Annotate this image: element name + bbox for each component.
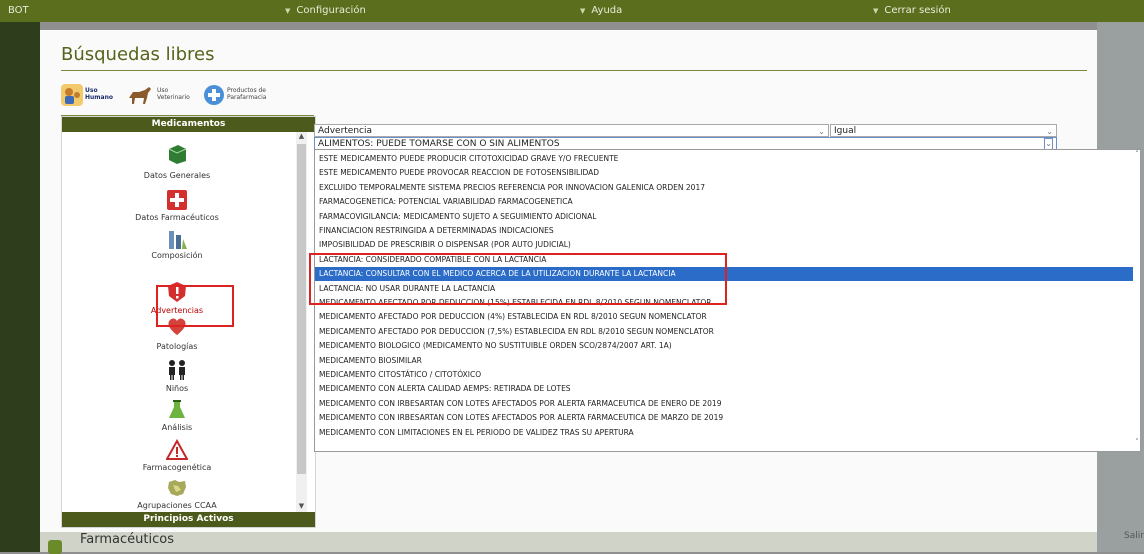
type-label-line2: Humano bbox=[85, 94, 113, 101]
operator-select-value: Igual bbox=[834, 126, 857, 136]
scroll-down-icon[interactable]: ▼ bbox=[297, 502, 306, 512]
type-label-line1: Uso bbox=[85, 87, 98, 94]
horse-icon bbox=[129, 87, 151, 104]
dropdown-option[interactable]: FINANCIACION RESTRINGIDA A DETERMINADAS … bbox=[315, 224, 1135, 238]
category-analisis[interactable]: Análisis bbox=[62, 399, 292, 437]
category-datos-farmaceuticos[interactable]: Datos Farmacéuticos bbox=[62, 185, 292, 227]
triangle-warning-icon bbox=[166, 439, 188, 460]
dropdown-option[interactable]: MEDICAMENTO CON LIMITACIONES EN EL PERIO… bbox=[315, 426, 1135, 440]
dropdown-option[interactable]: MEDICAMENTO AFECTADO POR DEDUCCION (7,5%… bbox=[315, 325, 1135, 339]
category-label: Farmacogenética bbox=[142, 463, 212, 472]
parapharmacy-icon bbox=[204, 85, 224, 105]
menu-arrow-icon: ▼ bbox=[580, 7, 586, 15]
map-icon bbox=[168, 480, 186, 496]
left-background bbox=[0, 22, 40, 552]
type-label-line2: Veterinario bbox=[157, 94, 190, 101]
bottom-strip: Farmacéuticos bbox=[40, 532, 1097, 554]
category-ninos[interactable]: Niños bbox=[62, 359, 292, 399]
category-datos-generales[interactable]: Datos Generales bbox=[62, 139, 292, 185]
scroll-up-icon[interactable]: ˄ bbox=[1133, 150, 1140, 158]
category-label: Datos Farmacéuticos bbox=[135, 213, 219, 222]
dropdown-option[interactable]: EXCLUIDO TEMPORALMENTE SISTEMA PRECIOS R… bbox=[315, 181, 1135, 195]
menu-cerrar-sesion-label: Cerrar sesión bbox=[884, 5, 951, 16]
category-label: Patologías bbox=[156, 342, 198, 351]
flask-icon bbox=[169, 231, 187, 249]
dropdown-scrollbar[interactable]: ˄ ˅ bbox=[1133, 150, 1140, 451]
dropdown-option[interactable]: MEDICAMENTO BIOLOGICO (MEDICAMENTO NO SU… bbox=[315, 339, 1135, 353]
type-label-line1: Uso bbox=[157, 87, 169, 94]
book-icon bbox=[168, 145, 187, 164]
lactancia-highlight-box bbox=[309, 253, 727, 305]
top-nav-bar: BOT ▼ Configuración ▼ Ayuda ▼ Cerrar sesión bbox=[0, 0, 1144, 22]
category-label: Composición bbox=[151, 251, 203, 260]
children-icon bbox=[169, 360, 185, 380]
page-title: Búsquedas libres bbox=[61, 44, 215, 65]
type-uso-humano-label: Uso Humano bbox=[85, 87, 113, 101]
type-parafarmacia[interactable]: Productos de Parafarmacia bbox=[203, 80, 303, 110]
product-type-selector: Uso Humano Uso Veterinario Productos de Par… bbox=[61, 76, 314, 112]
category-agrupaciones-ccaa[interactable]: Agrupaciones CCAA bbox=[62, 477, 292, 512]
categories-panel: Medicamentos Datos Generales Datos Farma… bbox=[61, 116, 316, 528]
scrollbar-thumb[interactable] bbox=[297, 144, 306, 474]
category-label: Agrupaciones CCAA bbox=[137, 501, 217, 510]
dropdown-option[interactable]: MEDICAMENTO CON IRBESARTAN CON LOTES AFE… bbox=[315, 397, 1135, 411]
categories-scrollbar[interactable]: ▲ ▼ bbox=[296, 132, 307, 512]
dropdown-option[interactable]: FARMACOGENETICA: POTENCIAL VARIABILIDAD … bbox=[315, 195, 1135, 209]
dropdown-option[interactable]: MEDICAMENTO BIOSIMILAR bbox=[315, 354, 1135, 368]
first-aid-icon bbox=[167, 190, 187, 210]
dropdown-option[interactable]: MEDICAMENTO AFECTADO POR DEDUCCION (4%) … bbox=[315, 310, 1135, 324]
operator-select[interactable]: Igual ⌄ bbox=[830, 124, 1057, 137]
field-select[interactable]: Advertencia ⌄ bbox=[314, 124, 829, 137]
menu-ayuda[interactable]: ▼ Ayuda bbox=[580, 5, 622, 16]
type-parafarmacia-label: Productos de Parafarmacia bbox=[227, 87, 266, 101]
dropdown-option[interactable]: ESTE MEDICAMENTO PUEDE PROVOCAR REACCION… bbox=[315, 166, 1135, 180]
menu-ayuda-label: Ayuda bbox=[591, 5, 623, 16]
scroll-up-icon[interactable]: ▲ bbox=[297, 132, 306, 142]
menu-cerrar-sesion[interactable]: ▼ Cerrar sesión bbox=[873, 5, 951, 16]
dropdown-option[interactable]: MEDICAMENTO CON ALERTA CALIDAD AEMPS: RE… bbox=[315, 382, 1135, 396]
category-composicion[interactable]: Composición bbox=[62, 227, 292, 269]
type-label-line2: Parafarmacia bbox=[227, 94, 267, 101]
category-label: Datos Generales bbox=[143, 171, 211, 180]
lab-icon bbox=[169, 400, 185, 418]
menu-configuracion-label: Configuración bbox=[296, 5, 366, 16]
salir-link[interactable]: Salir bbox=[1124, 531, 1144, 541]
category-label: Análisis bbox=[161, 423, 193, 432]
field-select-value: Advertencia bbox=[318, 126, 373, 136]
human-use-icon bbox=[61, 84, 83, 106]
partial-section-title: Farmacéuticos bbox=[80, 532, 174, 547]
type-uso-veterinario-label: Uso Veterinario bbox=[157, 87, 190, 101]
type-uso-humano[interactable]: Uso Humano bbox=[61, 80, 123, 110]
category-label: Niños bbox=[165, 384, 189, 393]
menu-configuracion[interactable]: ▼ Configuración bbox=[285, 5, 366, 16]
category-farmacogenetica[interactable]: Farmacogenética bbox=[62, 437, 292, 477]
dropdown-option[interactable]: IMPOSIBILIDAD DE PRESCRIBIR O DISPENSAR … bbox=[315, 238, 1135, 252]
type-uso-veterinario[interactable]: Uso Veterinario bbox=[127, 80, 199, 110]
menu-arrow-icon: ▼ bbox=[873, 7, 879, 15]
categories-footer[interactable]: Principios Activos bbox=[62, 512, 315, 527]
divider bbox=[61, 70, 1087, 71]
type-label-line1: Productos de bbox=[227, 87, 266, 94]
categories-header: Medicamentos bbox=[62, 117, 315, 132]
scroll-down-icon[interactable]: ˅ bbox=[1133, 438, 1140, 446]
value-select-value: ALIMENTOS: PUEDE TOMARSE CON O SIN ALIME… bbox=[318, 139, 560, 149]
dropdown-option[interactable]: MEDICAMENTO CON IRBESARTAN CON LOTES AFE… bbox=[315, 411, 1135, 425]
dropdown-option[interactable]: MEDICAMENTO CITOSTÁTICO / CITOTÓXICO bbox=[315, 368, 1135, 382]
user-label: BOT bbox=[8, 5, 29, 16]
menu-arrow-icon: ▼ bbox=[285, 7, 291, 15]
dropdown-option[interactable]: FARMACOVIGILANCIA: MEDICAMENTO SUJETO A … bbox=[315, 210, 1135, 224]
advertencias-highlight-box bbox=[156, 285, 234, 327]
dropdown-option[interactable]: ESTE MEDICAMENTO PUEDE PRODUCIR CITOTOXI… bbox=[315, 152, 1135, 166]
